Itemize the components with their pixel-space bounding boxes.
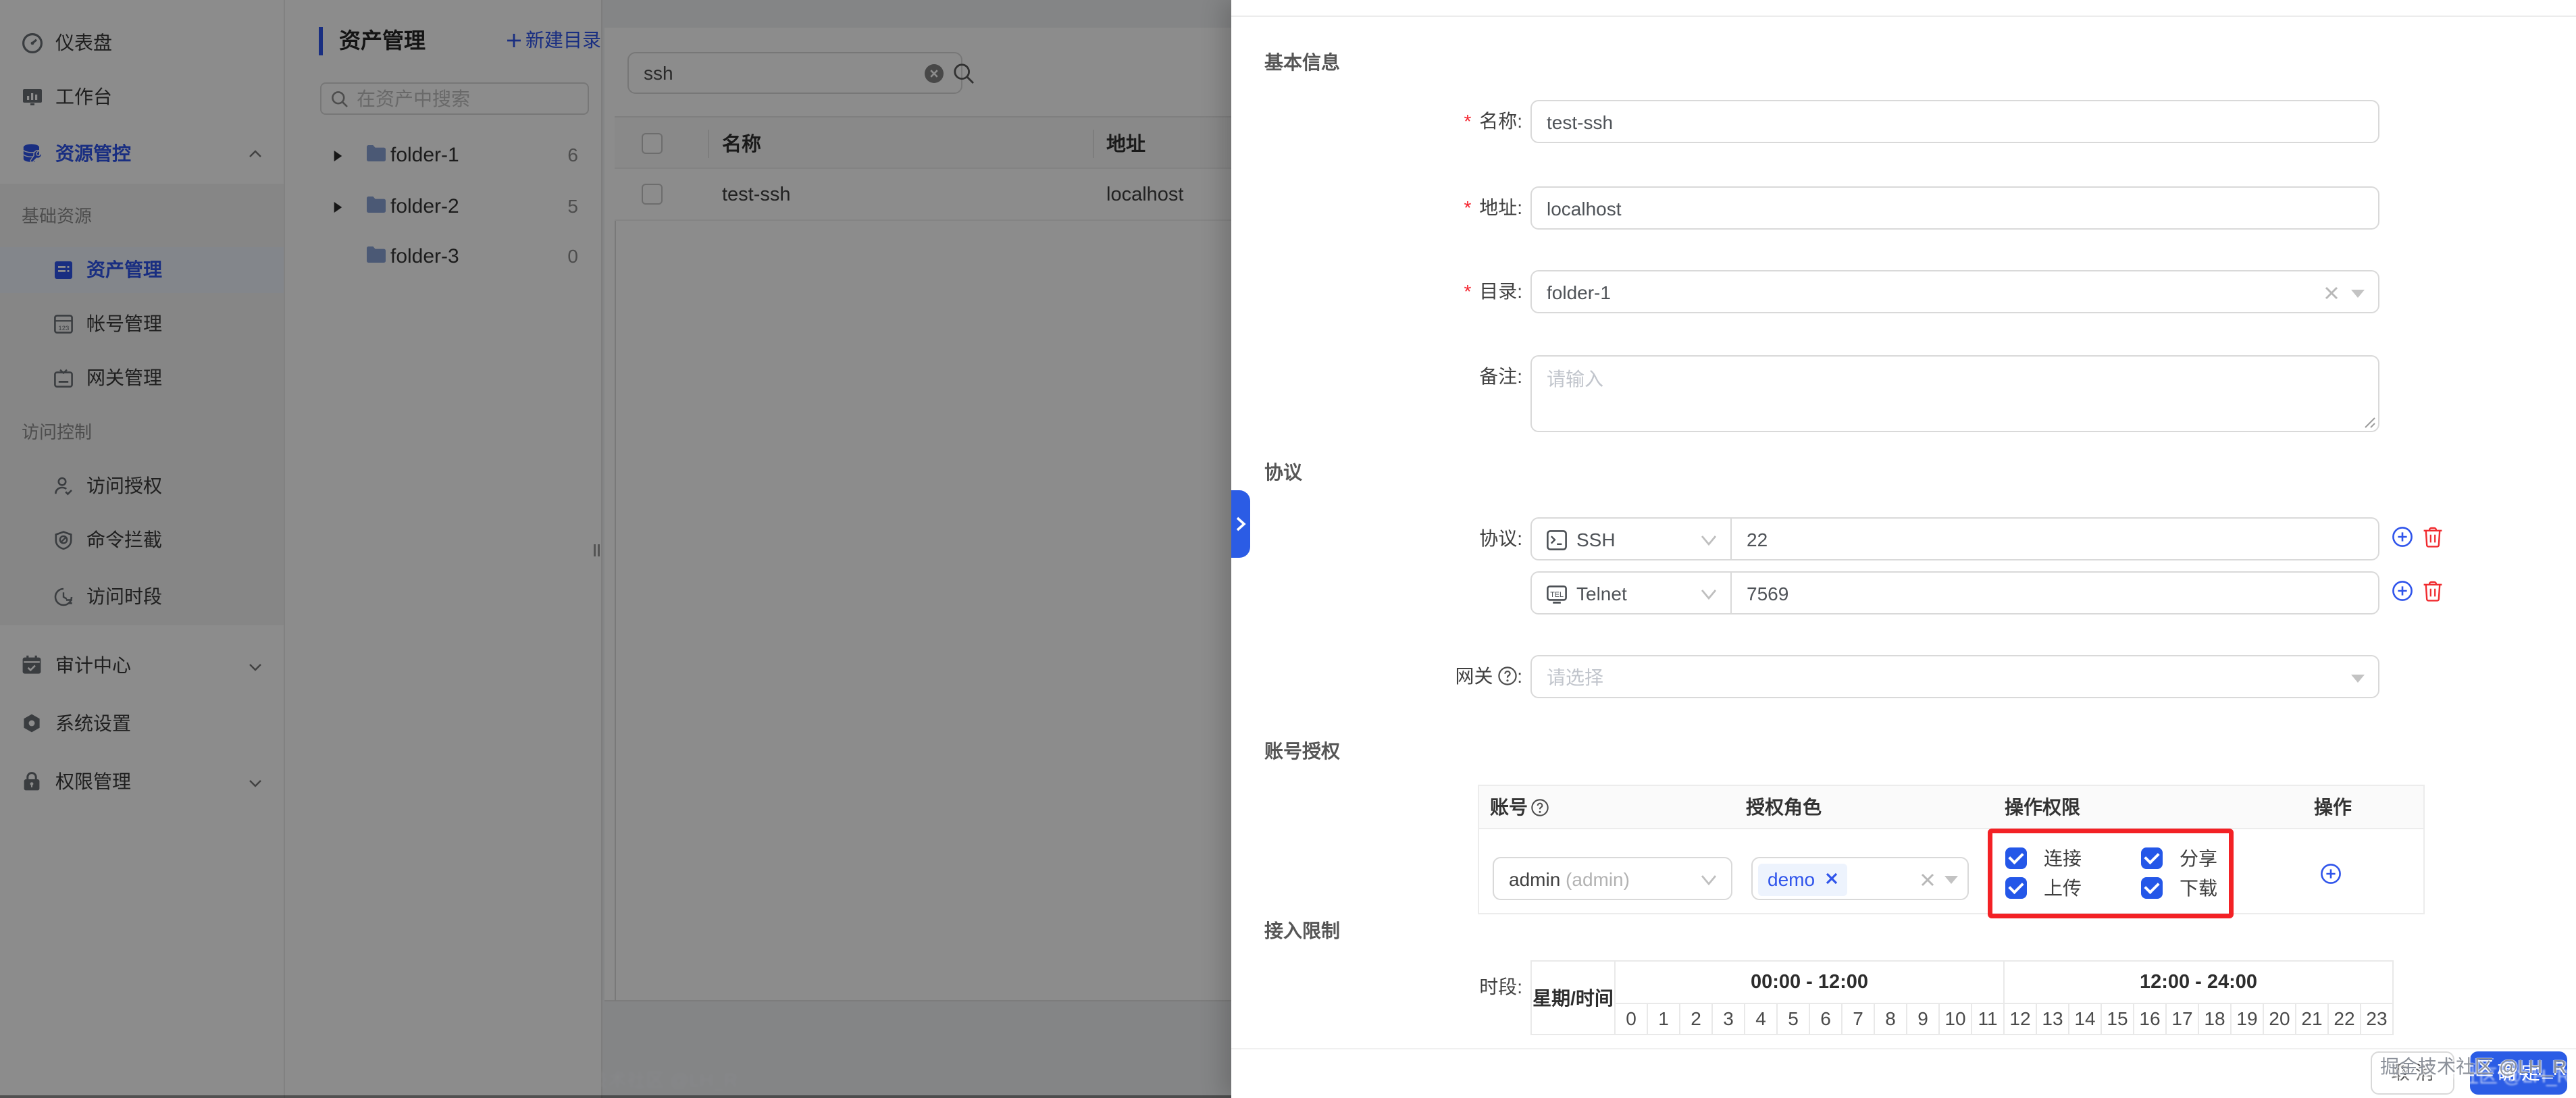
svg-text:TEL: TEL xyxy=(1550,591,1564,599)
